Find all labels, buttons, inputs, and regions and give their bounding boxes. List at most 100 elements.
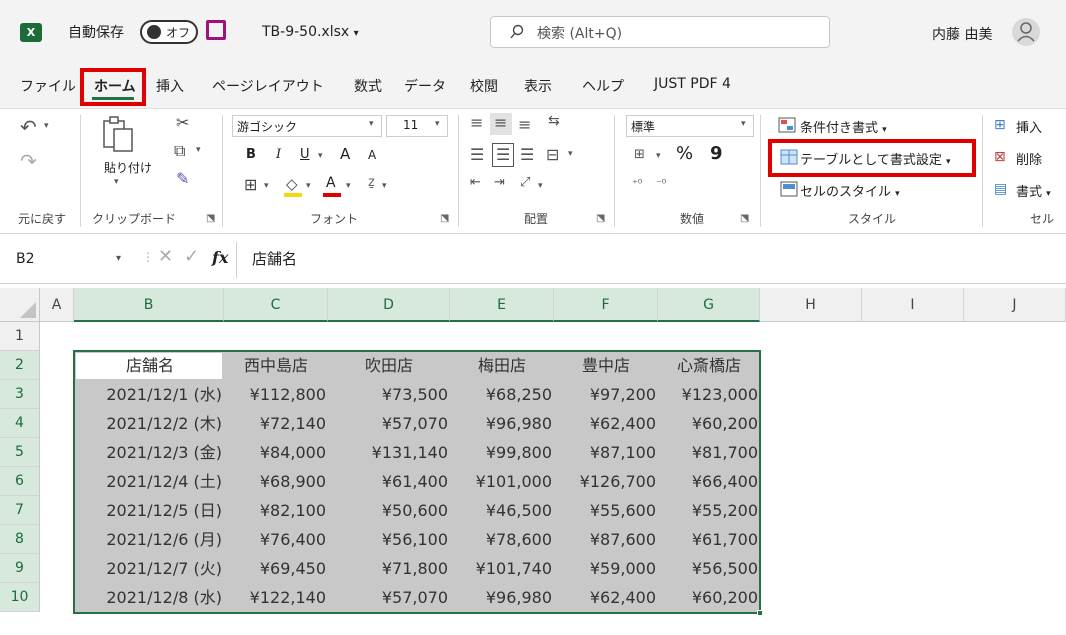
shrink-font-button[interactable]: A (368, 148, 376, 162)
chevron-down-icon[interactable]: ▾ (44, 121, 49, 131)
table-header-cell[interactable]: 心斎橋店 (658, 351, 760, 380)
tab-file[interactable]: ファイル (20, 76, 76, 96)
row-header-9[interactable]: 9 (0, 554, 40, 583)
user-name[interactable]: 内藤 由美 (932, 24, 992, 44)
cancel-icon[interactable]: ✕ (158, 246, 173, 267)
formula-input[interactable]: 店舗名 (252, 248, 297, 269)
column-header-e[interactable]: E (450, 288, 554, 322)
table-header-cell[interactable]: 吹田店 (328, 351, 450, 380)
table-cell[interactable]: ¥123,000 (658, 380, 760, 409)
chevron-down-icon[interactable]: ▾ (114, 177, 119, 187)
orientation-icon[interactable]: ⤢ (520, 175, 530, 190)
tab-page-layout[interactable]: ページレイアウト (212, 76, 324, 96)
tab-formulas[interactable]: 数式 (354, 76, 382, 96)
chevron-down-icon[interactable]: ▾ (656, 151, 661, 161)
row-header-10[interactable]: 10 (0, 583, 40, 612)
chevron-down-icon[interactable]: ▾ (382, 181, 387, 191)
column-header-g[interactable]: G (658, 288, 760, 322)
increase-indent-icon[interactable]: ⇥ (494, 175, 505, 190)
cell-styles-button[interactable]: セルのスタイル ▾ (800, 181, 900, 200)
table-cell[interactable]: ¥87,100 (554, 438, 658, 467)
number-format-select[interactable]: 標準 ▾ (626, 115, 754, 137)
table-cell[interactable]: ¥60,200 (658, 409, 760, 438)
table-cell[interactable]: ¥96,980 (450, 583, 554, 612)
table-cell-date[interactable]: 2021/12/5 (日) (74, 496, 224, 525)
format-painter-icon[interactable]: ✎ (176, 169, 189, 188)
dialog-launcher-icon[interactable]: ⬔ (596, 213, 605, 224)
autosave-toggle[interactable]: オフ (140, 20, 198, 44)
merge-center-icon[interactable]: ⊟ (546, 145, 559, 164)
wrap-text-icon[interactable]: ⇆ (548, 113, 560, 129)
table-header-cell[interactable]: 豊中店 (554, 351, 658, 380)
grow-font-button[interactable]: A (340, 145, 350, 163)
table-cell[interactable]: ¥122,140 (224, 583, 328, 612)
row-header-7[interactable]: 7 (0, 496, 40, 525)
increase-decimal-icon[interactable]: ⁺⁰ (632, 177, 642, 190)
column-header-j[interactable]: J (964, 288, 1066, 322)
chevron-down-icon[interactable]: ▾ (196, 145, 201, 155)
table-cell[interactable]: ¥68,900 (224, 467, 328, 496)
table-cell[interactable]: ¥131,140 (328, 438, 450, 467)
row-header-3[interactable]: 3 (0, 380, 40, 409)
table-cell-date[interactable]: 2021/12/3 (金) (74, 438, 224, 467)
table-cell[interactable]: ¥56,100 (328, 525, 450, 554)
table-cell[interactable]: ¥55,600 (554, 496, 658, 525)
table-cell[interactable]: ¥72,140 (224, 409, 328, 438)
font-size-select[interactable]: 11 ▾ (386, 115, 448, 137)
table-cell-date[interactable]: 2021/12/7 (火) (74, 554, 224, 583)
table-cell[interactable]: ¥57,070 (328, 583, 450, 612)
table-cell-date[interactable]: 2021/12/2 (木) (74, 409, 224, 438)
table-cell[interactable]: ¥57,070 (328, 409, 450, 438)
table-cell[interactable]: ¥99,800 (450, 438, 554, 467)
format-cells-button[interactable]: 書式 ▾ (1016, 181, 1051, 200)
align-right-icon[interactable]: ☰ (520, 145, 534, 164)
borders-icon[interactable]: ⊞ (244, 175, 257, 194)
table-header-cell[interactable]: 梅田店 (450, 351, 554, 380)
table-cell[interactable]: ¥76,400 (224, 525, 328, 554)
conditional-formatting-button[interactable]: 条件付き書式 ▾ (800, 117, 887, 136)
delete-cells-button[interactable]: 削除 (1016, 149, 1042, 168)
table-cell[interactable]: ¥81,700 (658, 438, 760, 467)
align-top-icon[interactable]: ≡ (470, 113, 483, 132)
table-cell[interactable]: ¥68,250 (450, 380, 554, 409)
row-header-1[interactable]: 1 (0, 322, 40, 351)
fill-color-icon[interactable]: ◇ (286, 175, 298, 193)
table-cell-date[interactable]: 2021/12/8 (水) (74, 583, 224, 612)
decrease-indent-icon[interactable]: ⇤ (470, 175, 481, 190)
bold-button[interactable]: B (246, 147, 256, 162)
table-cell[interactable]: ¥87,600 (554, 525, 658, 554)
user-avatar-icon[interactable] (1012, 18, 1040, 46)
file-name[interactable]: TB-9-50.xlsx ▾ (262, 24, 359, 40)
dialog-launcher-icon[interactable]: ⬔ (440, 213, 449, 224)
table-cell[interactable]: ¥62,400 (554, 583, 658, 612)
table-cell[interactable]: ¥69,450 (224, 554, 328, 583)
table-cell[interactable]: ¥71,800 (328, 554, 450, 583)
table-cell[interactable]: ¥101,000 (450, 467, 554, 496)
table-cell-date[interactable]: 2021/12/4 (土) (74, 467, 224, 496)
undo-icon[interactable]: ↶ (20, 115, 37, 139)
insert-function-button[interactable]: fx (212, 248, 228, 267)
tab-insert[interactable]: 挿入 (156, 76, 184, 96)
table-header-cell[interactable]: 西中島店 (224, 351, 328, 380)
table-header-cell[interactable]: 店舗名 (78, 351, 222, 380)
align-bottom-icon[interactable]: ≡ (518, 115, 531, 134)
tab-data[interactable]: データ (404, 76, 446, 96)
format-as-table-button[interactable]: テーブルとして書式設定 ▾ (800, 149, 951, 168)
cut-icon[interactable]: ✂ (176, 113, 189, 132)
column-header-d[interactable]: D (328, 288, 450, 322)
enter-icon[interactable]: ✓ (184, 246, 199, 267)
dialog-launcher-icon[interactable]: ⬔ (740, 213, 749, 224)
row-header-4[interactable]: 4 (0, 409, 40, 438)
chevron-down-icon[interactable]: ▾ (318, 151, 323, 161)
table-cell[interactable]: ¥101,740 (450, 554, 554, 583)
align-left-icon[interactable]: ☰ (470, 145, 484, 164)
chevron-down-icon[interactable]: ▾ (568, 149, 573, 159)
insert-cells-button[interactable]: 挿入 (1016, 117, 1042, 136)
tab-help[interactable]: ヘルプ (582, 76, 624, 96)
chevron-down-icon[interactable]: ▾ (346, 181, 351, 191)
table-cell[interactable]: ¥82,100 (224, 496, 328, 525)
percent-button[interactable]: % (676, 143, 693, 164)
table-cell-date[interactable]: 2021/12/1 (水) (74, 380, 224, 409)
save-icon[interactable] (206, 20, 226, 40)
tab-home[interactable]: ホーム (94, 76, 136, 96)
